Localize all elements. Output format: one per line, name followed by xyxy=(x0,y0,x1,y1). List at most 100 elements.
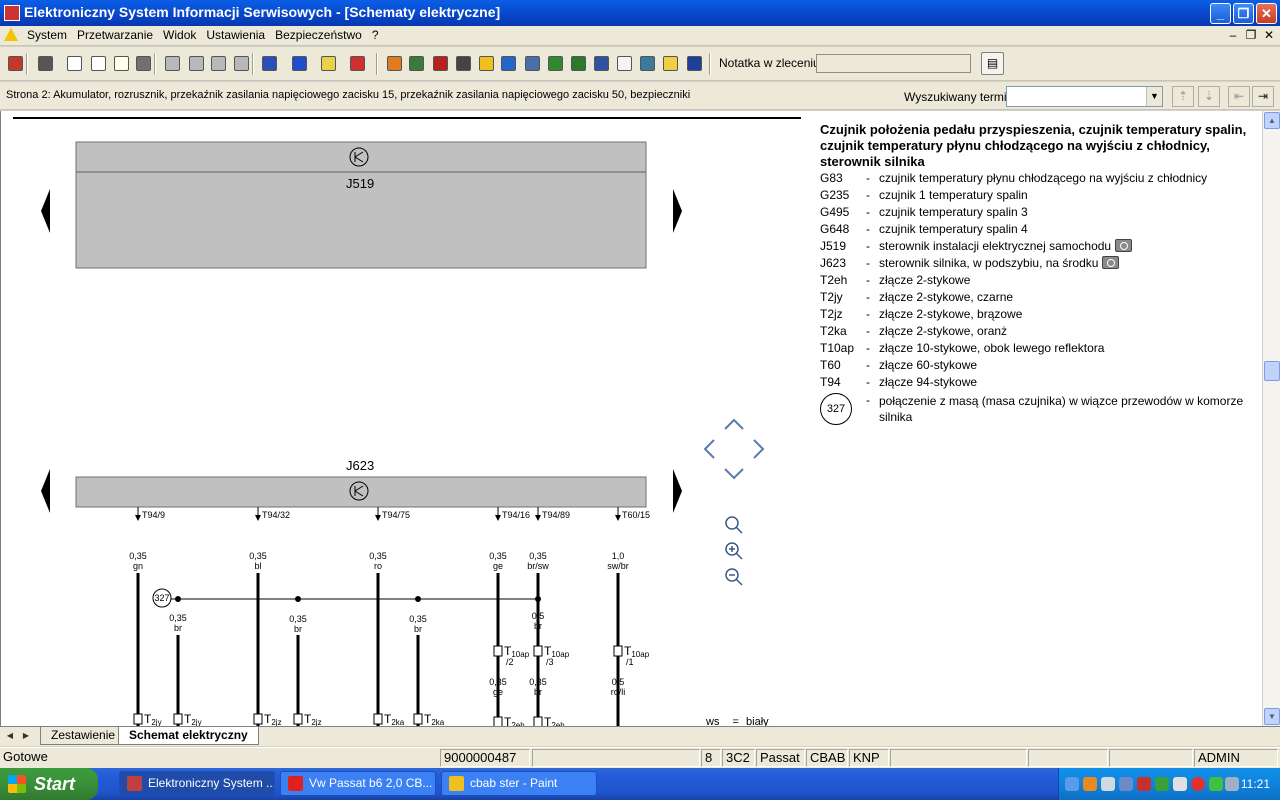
prev-page-arrow-lower[interactable] xyxy=(41,469,50,513)
menu-help[interactable]: ? xyxy=(367,28,384,43)
history-forward-button[interactable]: ⇥ xyxy=(1252,86,1274,107)
scroll-thumb[interactable] xyxy=(1264,361,1280,381)
component-box-j623[interactable] xyxy=(75,476,647,508)
menu-widok[interactable]: Widok xyxy=(158,28,201,43)
toolbar-button-warning[interactable] xyxy=(476,53,497,74)
toolbar-button-print[interactable] xyxy=(35,53,56,74)
zoom-icon[interactable] xyxy=(725,516,743,534)
taskbar-button[interactable]: Elektroniczny System ... xyxy=(119,771,275,796)
pan-up-icon[interactable] xyxy=(724,418,744,430)
toolbar-button-list[interactable] xyxy=(453,53,474,74)
connector-pin-icon xyxy=(533,716,543,726)
toolbar-button-manual[interactable] xyxy=(430,53,451,74)
toolbar-button-jump[interactable] xyxy=(259,53,280,74)
toolbar-button-car[interactable] xyxy=(133,53,154,74)
tab-schemat-elektryczny[interactable]: Schemat elektryczny xyxy=(118,727,259,745)
mdi-minimize-button[interactable]: – xyxy=(1225,28,1241,42)
globe-icon xyxy=(501,56,516,71)
history-back-button[interactable]: ⇤ xyxy=(1228,86,1250,107)
pan-left-icon[interactable] xyxy=(703,439,715,459)
toolbar-button-last-page[interactable] xyxy=(231,53,252,74)
previous-page-icon xyxy=(189,56,204,71)
toolbar-button-modules[interactable] xyxy=(384,53,405,74)
pan-control[interactable] xyxy=(703,418,765,480)
camera-icon[interactable] xyxy=(1115,239,1133,252)
tray-network-icon[interactable] xyxy=(1101,777,1115,791)
tab-scroll-left-icon[interactable]: ◀ xyxy=(3,729,17,743)
tray-security-icon[interactable] xyxy=(1137,777,1151,791)
search-combobox[interactable]: ▼ xyxy=(1006,86,1163,107)
note-input[interactable] xyxy=(816,54,971,73)
toolbar-button-document-list[interactable] xyxy=(111,53,132,74)
pan-right-icon[interactable] xyxy=(753,439,765,459)
minimize-button[interactable]: _ xyxy=(1210,3,1231,24)
tray-arrow-icon[interactable] xyxy=(1065,777,1079,791)
toolbar-button-technician[interactable] xyxy=(406,53,427,74)
maximize-button[interactable]: ❐ xyxy=(1233,3,1254,24)
scroll-down-button[interactable]: ▼ xyxy=(1264,708,1280,725)
connector-sub: 2jy xyxy=(151,718,161,726)
wire-gauge: 1,0 xyxy=(612,551,625,561)
search-next-button[interactable]: ⇣ xyxy=(1198,86,1220,107)
taskbar-button[interactable]: cbab ster - Paint xyxy=(441,771,597,796)
toolbar-button-question-doc[interactable] xyxy=(660,53,681,74)
prev-page-arrow[interactable] xyxy=(41,189,50,233)
pan-down-icon[interactable] xyxy=(724,468,744,480)
scroll-up-button[interactable]: ▲ xyxy=(1264,112,1280,129)
mdi-close-button[interactable]: ✕ xyxy=(1261,28,1277,42)
menu-ustawienia[interactable]: Ustawienia xyxy=(201,28,270,43)
menu-bezpieczenstwo[interactable]: Bezpieczeństwo xyxy=(270,28,367,43)
manual-icon xyxy=(433,56,448,71)
zoom-in-icon[interactable] xyxy=(725,542,743,560)
toolbar-button-calculator[interactable] xyxy=(522,53,543,74)
taskbar-button[interactable]: Vw Passat b6 2,0 CB... xyxy=(280,771,436,796)
legend-dash: - xyxy=(866,256,870,270)
mdi-restore-button[interactable]: ❐ xyxy=(1243,28,1259,42)
tray-display-icon[interactable] xyxy=(1119,777,1133,791)
menu-przetwarzanie[interactable]: Przetwarzanie xyxy=(72,28,158,43)
tab-scroll-right-icon[interactable]: ▶ xyxy=(19,729,33,743)
toolbar-button-info[interactable] xyxy=(289,53,310,74)
next-page-arrow[interactable] xyxy=(673,189,682,233)
toolbar-button-checklist[interactable] xyxy=(614,53,635,74)
toolbar-button-diagnosis[interactable] xyxy=(591,53,612,74)
close-button[interactable]: ✕ xyxy=(1256,3,1277,24)
toolbar-button-menu-lines[interactable] xyxy=(684,53,705,74)
tray-opera-icon[interactable] xyxy=(1191,777,1205,791)
toolbar-button-vehicle[interactable] xyxy=(568,53,589,74)
start-button[interactable]: Start xyxy=(0,768,98,800)
legend-dash: - xyxy=(866,393,870,407)
toolbar-button-globe[interactable] xyxy=(498,53,519,74)
toolbar-button-previous-page[interactable] xyxy=(186,53,207,74)
edit-document-icon xyxy=(91,56,106,71)
zoom-out-icon[interactable] xyxy=(725,568,743,586)
junction-dot xyxy=(295,596,301,602)
document-view[interactable]: J519 J623 T94/9 0,35 gn T94/32 0,35 bl T94/75 0… xyxy=(0,111,1262,726)
toolbar-button-swap[interactable] xyxy=(347,53,368,74)
toolbar-button-edit-document[interactable] xyxy=(88,53,109,74)
tray-volume-icon[interactable] xyxy=(1173,777,1187,791)
search-previous-button[interactable]: ⇡ xyxy=(1172,86,1194,107)
tray-tools-icon[interactable] xyxy=(1225,777,1239,791)
title-bar[interactable]: Elektroniczny System Informacji Serwisow… xyxy=(0,0,1280,26)
toolbar-button-exit[interactable] xyxy=(5,53,26,74)
next-page-arrow-lower[interactable] xyxy=(673,469,682,513)
toolbar-button-new-document[interactable] xyxy=(64,53,85,74)
tray-app-icon[interactable] xyxy=(1083,777,1097,791)
legend-entry: G648 - czujnik temperatury spalin 4 xyxy=(820,221,1250,238)
menu-system[interactable]: System xyxy=(22,28,72,43)
camera-icon[interactable] xyxy=(1102,256,1120,269)
tray-signal-icon[interactable] xyxy=(1209,777,1223,791)
toolbar-button-first-page[interactable] xyxy=(162,53,183,74)
toolbar-button-next-page[interactable] xyxy=(208,53,229,74)
toolbar-button-help[interactable] xyxy=(318,53,339,74)
chevron-down-icon[interactable]: ▼ xyxy=(1146,87,1162,106)
tray-update-icon[interactable] xyxy=(1155,777,1169,791)
legend-ground-entry: 327 - połączenie z masą (masa czujnika) … xyxy=(820,393,1250,425)
vertical-scrollbar[interactable]: ▲ ▼ xyxy=(1262,111,1280,726)
toolbar-button-book[interactable] xyxy=(545,53,566,74)
tab-zestawienie[interactable]: Zestawienie xyxy=(40,727,127,745)
wiring-diagram[interactable]: J519 J623 T94/90,35gnT94/320,35blT94/750… xyxy=(1,111,801,726)
toolbar-button-notes[interactable] xyxy=(637,53,658,74)
note-edit-button[interactable]: ▤ xyxy=(981,52,1004,75)
